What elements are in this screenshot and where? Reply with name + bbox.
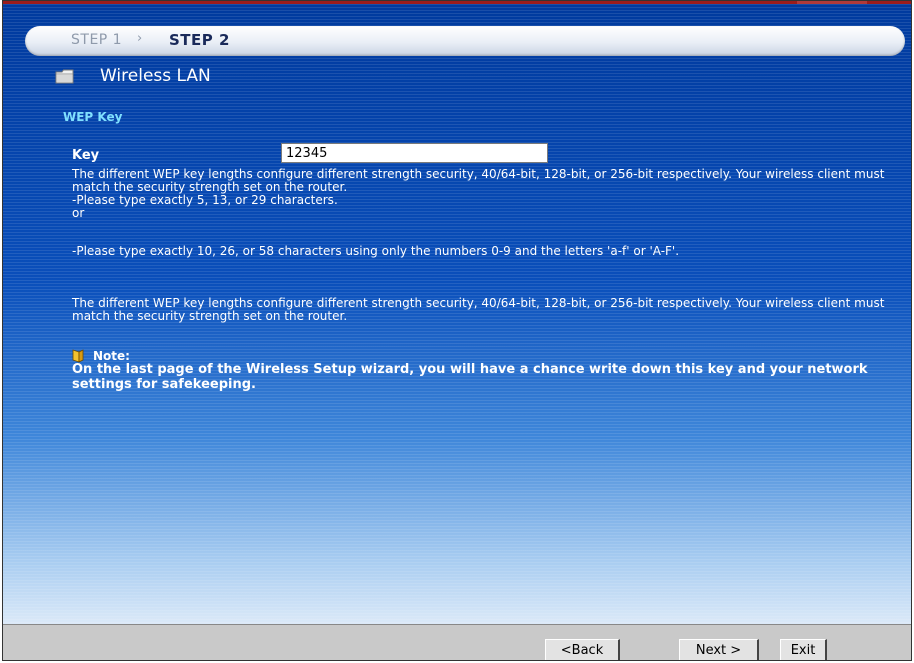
wep-instruction-hex: -Please type exactly 10, 26, or 58 chara… xyxy=(72,244,680,258)
note-text: On the last page of the Wireless Setup w… xyxy=(72,362,868,392)
exit-button[interactable]: Exit xyxy=(780,639,827,660)
section-title: Wireless LAN xyxy=(100,66,211,86)
key-label: Key xyxy=(72,148,100,163)
wizard-content: STEP 1 › STEP 2 Wireless LAN WEP Key Key… xyxy=(3,4,911,624)
step-separator-icon: › xyxy=(137,31,143,46)
wep-instruction-ascii: -Please type exactly 5, 13, or 29 charac… xyxy=(72,193,338,207)
wep-key-heading: WEP Key xyxy=(63,110,123,124)
step-1-label: STEP 1 xyxy=(71,32,123,48)
button-bar: <Back Next > Exit xyxy=(3,624,911,660)
folder-icon xyxy=(55,69,74,84)
step-2-label: STEP 2 xyxy=(169,31,230,49)
note-label: Note: xyxy=(93,349,130,363)
step-progress-bar: STEP 1 › STEP 2 xyxy=(25,26,905,56)
note-icon xyxy=(72,349,84,363)
back-button[interactable]: <Back xyxy=(545,639,620,660)
wep-description-2: The different WEP key lengths configure … xyxy=(72,296,885,323)
or-text: or xyxy=(72,206,85,220)
next-button[interactable]: Next > xyxy=(679,639,759,660)
wep-description-1: The different WEP key lengths configure … xyxy=(72,167,885,194)
wizard-window: STEP 1 › STEP 2 Wireless LAN WEP Key Key… xyxy=(2,0,912,661)
wep-key-input[interactable] xyxy=(281,143,548,163)
